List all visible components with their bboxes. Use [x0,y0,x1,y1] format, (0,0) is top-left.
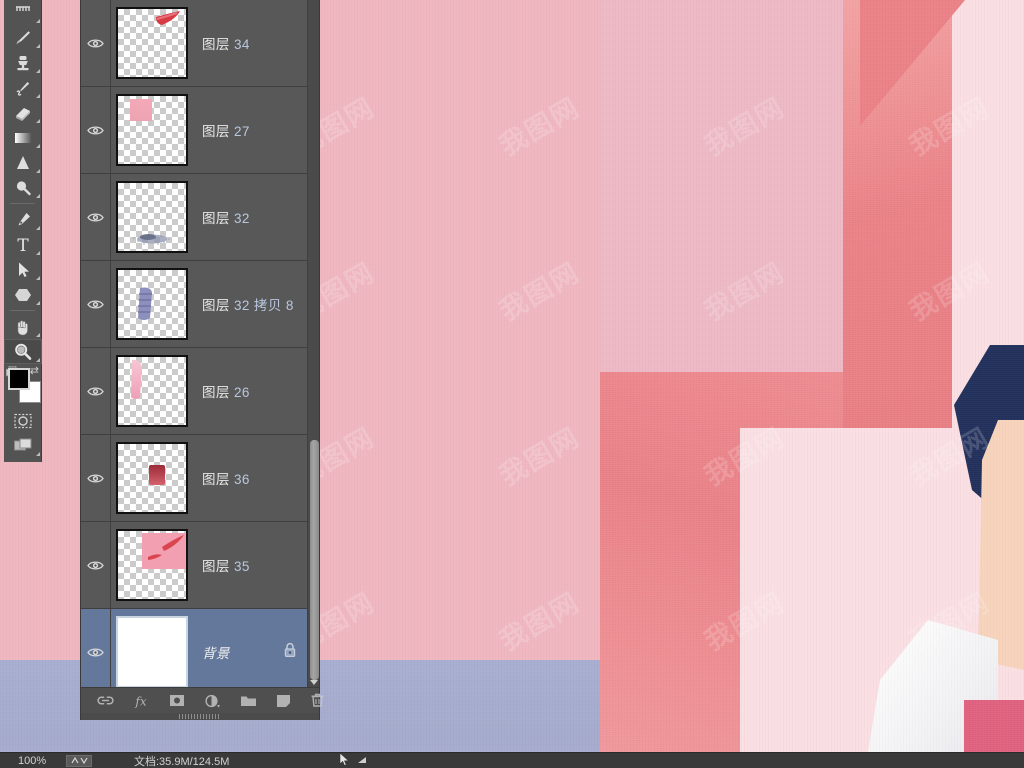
tool-flyout-triangle [36,358,40,362]
artwork-pink-panel-top [600,0,850,372]
scroll-down-arrow-icon[interactable] [309,677,319,687]
adjustment-layer-icon[interactable] [204,694,221,708]
status-bar[interactable]: 100% 文档:35.9M/124.5M [0,751,1024,768]
layer-row[interactable]: 图层 35 [81,521,309,609]
new-group-icon[interactable] [240,694,257,707]
tool-flyout-triangle [36,226,40,230]
layer-visibility-eye-icon[interactable] [81,521,111,609]
tool-hand[interactable] [4,314,42,339]
tool-gradient[interactable] [4,125,42,150]
layer-name-label: 背景 [202,646,230,661]
layer-thumbnail[interactable] [116,529,188,601]
tool-flyout-triangle [36,301,40,305]
tool-flyout-triangle [36,69,40,73]
layers-panel-footer[interactable]: fx [81,687,324,713]
tool-flyout-triangle [36,452,40,456]
layer-list[interactable]: 图层 34 图层 27 图层 32 图层 32 拷贝 8 图层 26 图层 36 图层 35… [81,0,321,687]
layer-row[interactable]: 背景 [81,608,309,687]
layer-visibility-eye-icon[interactable] [81,86,111,174]
layer-name-label: 图层 34 [202,37,250,52]
screen-mode-button[interactable] [4,433,42,458]
tool-history-brush[interactable] [4,0,42,25]
tool-brush[interactable] [4,25,42,50]
artwork-figure-shirt-pink-lower [964,700,1024,752]
tool-separator-1 [10,203,35,204]
layer-thumbnail[interactable] [116,181,188,253]
layer-visibility-eye-icon[interactable] [81,434,111,522]
layer-thumbnail[interactable] [116,7,188,79]
tool-path-selection[interactable] [4,257,42,282]
layers-panel[interactable]: 图层 34 图层 27 图层 32 图层 32 拷贝 8 图层 26 图层 36 图层 35… [80,0,324,720]
tool-blur[interactable] [4,150,42,175]
tool-flyout-triangle [36,94,40,98]
layer-name-label: 图层 36 [202,472,250,487]
layer-thumbnail[interactable] [116,268,188,340]
tool-flyout-triangle [36,19,40,23]
delete-layer-icon[interactable] [310,693,325,708]
layers-scrollbar[interactable] [307,0,319,687]
layer-name-label: 图层 32 [202,211,250,226]
new-layer-icon[interactable] [276,694,291,708]
status-fit-button[interactable] [66,754,92,767]
layers-scrollbar-thumb[interactable] [310,440,319,680]
layer-row[interactable]: 图层 32 [81,173,309,261]
layer-mask-icon[interactable] [169,694,185,707]
layer-name-label: 图层 32 拷贝 8 [202,298,294,313]
tool-dodge[interactable] [4,175,42,200]
tool-separator-2 [10,310,35,311]
layer-name-label: 图层 35 [202,559,250,574]
layer-lock-icon [283,642,297,663]
layer-thumbnail[interactable] [116,616,188,687]
layer-row[interactable]: 图层 36 [81,434,309,522]
tool-clone-stamp[interactable] [4,50,42,75]
tool-eraser[interactable] [4,100,42,125]
status-cursor-icon [339,751,350,768]
panel-resize-grip[interactable] [81,713,319,720]
layer-visibility-eye-icon[interactable] [81,347,111,435]
svg-text:T: T [17,236,29,255]
tool-flyout-triangle [36,333,40,337]
tool-flyout-triangle [36,44,40,48]
layer-thumbnail[interactable] [116,442,188,514]
tool-flyout-triangle [36,144,40,148]
layer-row[interactable]: 图层 26 [81,347,309,435]
tool-pen[interactable] [4,207,42,232]
tool-flyout-triangle [36,194,40,198]
layer-row[interactable]: 图层 34 [81,0,309,87]
layer-visibility-eye-icon[interactable] [81,0,111,87]
layer-visibility-eye-icon[interactable] [81,608,111,687]
layer-row[interactable]: 图层 32 拷贝 8 [81,260,309,348]
status-expand-caret-icon[interactable] [358,755,367,767]
tool-shape[interactable] [4,282,42,307]
tool-flyout-triangle [36,169,40,173]
layer-thumbnail[interactable] [116,355,188,427]
swap-colors-icon[interactable]: ⇄ [30,364,39,377]
tool-flyout-triangle [36,276,40,280]
svg-text:fx: fx [134,694,146,708]
layer-visibility-eye-icon[interactable] [81,260,111,348]
layer-thumbnail[interactable] [116,94,188,166]
layer-name-label: 图层 27 [202,124,250,139]
tool-flyout-triangle [36,251,40,255]
tool-smudge[interactable] [4,75,42,100]
artwork-coral-triangle [860,0,965,126]
quick-mask-toggle[interactable] [4,408,42,433]
layer-row[interactable]: 图层 27 [81,86,309,174]
tool-zoom[interactable] [4,339,42,364]
foreground-color-swatch[interactable] [8,368,30,390]
color-swatches[interactable]: ⇄ [4,364,42,408]
layer-name-label: 图层 26 [202,385,250,400]
document-size-text: 文档:35.9M/124.5M [134,755,230,768]
tool-type[interactable]: T [4,232,42,257]
zoom-level-value[interactable]: 100% [0,755,66,767]
link-layers-icon[interactable] [97,694,114,707]
tools-panel[interactable]: T ⇄ [4,0,42,462]
layer-visibility-eye-icon[interactable] [81,173,111,261]
layer-style-icon[interactable]: fx [133,694,150,708]
tool-flyout-triangle [36,119,40,123]
